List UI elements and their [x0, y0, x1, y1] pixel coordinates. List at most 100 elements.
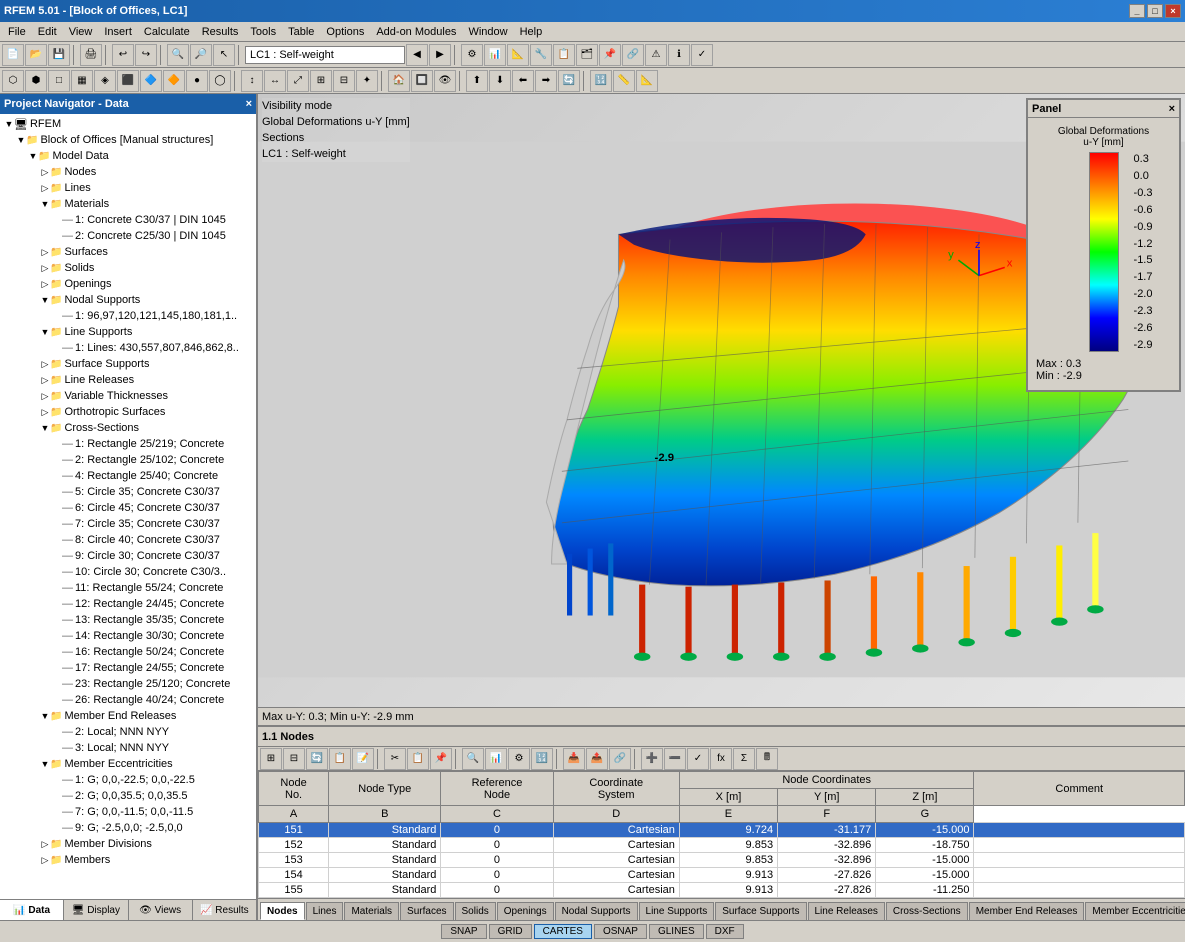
- tree-item-43[interactable]: —7: G; 0,0,-11.5; 0,0,-11.5: [0, 804, 256, 820]
- tb2-14[interactable]: ⊞: [310, 70, 332, 92]
- tree-item-44[interactable]: —9: G; -2.5,0,0; -2.5,0,0: [0, 820, 256, 836]
- tt-btn13[interactable]: 📥: [563, 748, 585, 770]
- tt-btn18[interactable]: ✓: [687, 748, 709, 770]
- tb-btn-6[interactable]: 🗂: [576, 44, 598, 66]
- panel-close-button[interactable]: ×: [1169, 103, 1175, 115]
- tb2-4[interactable]: ▦: [71, 70, 93, 92]
- bottom-tab-surface-supports[interactable]: Surface Supports: [715, 902, 806, 920]
- save-button[interactable]: 💾: [48, 44, 70, 66]
- tree-item-37[interactable]: ▼📁Member End Releases: [0, 708, 256, 724]
- tree-item-15[interactable]: ▷📁Surface Supports: [0, 356, 256, 372]
- tt-btn3[interactable]: 🔄: [306, 748, 328, 770]
- tt-btn2[interactable]: ⊟: [283, 748, 305, 770]
- tree-item-17[interactable]: ▷📁Variable Thicknesses: [0, 388, 256, 404]
- tb-btn-2[interactable]: 📊: [484, 44, 506, 66]
- status-pill-snap[interactable]: SNAP: [441, 924, 486, 939]
- tree-item-26[interactable]: —8: Circle 40; Concrete C30/37: [0, 532, 256, 548]
- tb2-8[interactable]: 🔶: [163, 70, 185, 92]
- tb-btn-4[interactable]: 🔧: [530, 44, 552, 66]
- tree-item-11[interactable]: ▼📁Nodal Supports: [0, 292, 256, 308]
- status-pill-grid[interactable]: GRID: [489, 924, 532, 939]
- tree-item-45[interactable]: ▷📁Member Divisions: [0, 836, 256, 852]
- tt-btn1[interactable]: ⊞: [260, 748, 282, 770]
- tree-item-40[interactable]: ▼📁Member Eccentricities: [0, 756, 256, 772]
- zoom-button[interactable]: 🔎: [190, 44, 212, 66]
- tree-item-9[interactable]: ▷📁Solids: [0, 260, 256, 276]
- tree-item-34[interactable]: —17: Rectangle 24/55; Concrete: [0, 660, 256, 676]
- close-button[interactable]: ×: [1165, 4, 1181, 18]
- tree-item-18[interactable]: ▷📁Orthotropic Surfaces: [0, 404, 256, 420]
- menu-calculate[interactable]: Calculate: [138, 24, 196, 40]
- menu-options[interactable]: Options: [320, 24, 370, 40]
- tb2-1[interactable]: ⬡: [2, 70, 24, 92]
- tree-item-32[interactable]: —14: Rectangle 30/30; Concrete: [0, 628, 256, 644]
- tb2-18[interactable]: 🔲: [411, 70, 433, 92]
- lc-dropdown[interactable]: LC1 : Self-weight: [245, 46, 405, 64]
- nav-tab-views[interactable]: 👁 Views: [129, 900, 193, 920]
- tb2-7[interactable]: 🔷: [140, 70, 162, 92]
- tb-btn-3[interactable]: 📐: [507, 44, 529, 66]
- tree-item-7[interactable]: —2: Concrete C25/30 | DIN 1045: [0, 228, 256, 244]
- lc-prev[interactable]: ◀: [406, 44, 428, 66]
- tb-btn-10[interactable]: ℹ: [668, 44, 690, 66]
- tree-item-3[interactable]: ▷📁Nodes: [0, 164, 256, 180]
- bottom-tab-lines[interactable]: Lines: [306, 902, 344, 920]
- bottom-tab-materials[interactable]: Materials: [344, 902, 399, 920]
- tt-btn16[interactable]: ➕: [641, 748, 663, 770]
- tb2-20[interactable]: ⬆: [466, 70, 488, 92]
- new-button[interactable]: 📄: [2, 44, 24, 66]
- tb2-6[interactable]: ⬛: [117, 70, 139, 92]
- nav-close-button[interactable]: ×: [246, 98, 252, 110]
- tree-item-25[interactable]: —7: Circle 35; Concrete C30/37: [0, 516, 256, 532]
- tt-btn7[interactable]: 📋: [407, 748, 429, 770]
- tt-btn20[interactable]: Σ: [733, 748, 755, 770]
- status-pill-cartes[interactable]: CARTES: [534, 924, 592, 939]
- tb2-24[interactable]: 🔄: [558, 70, 580, 92]
- tb2-5[interactable]: ◈: [94, 70, 116, 92]
- tree-item-23[interactable]: —5: Circle 35; Concrete C30/37: [0, 484, 256, 500]
- bottom-tab-nodal-supports[interactable]: Nodal Supports: [555, 902, 638, 920]
- bottom-tab-nodes[interactable]: Nodes: [260, 902, 305, 920]
- bottom-tab-member-end-releases[interactable]: Member End Releases: [969, 902, 1085, 920]
- tree-item-4[interactable]: ▷📁Lines: [0, 180, 256, 196]
- tt-btn14[interactable]: 📤: [586, 748, 608, 770]
- tb-btn-9[interactable]: ⚠: [645, 44, 667, 66]
- tree-item-31[interactable]: —13: Rectangle 35/35; Concrete: [0, 612, 256, 628]
- tb2-27[interactable]: 📐: [636, 70, 658, 92]
- table-row[interactable]: 153 Standard 0 Cartesian 9.853 -32.896 -…: [259, 853, 1185, 868]
- menu-insert[interactable]: Insert: [98, 24, 138, 40]
- tree-item-29[interactable]: —11: Rectangle 55/24; Concrete: [0, 580, 256, 596]
- tt-btn17[interactable]: ➖: [664, 748, 686, 770]
- tb-btn-8[interactable]: 🔗: [622, 44, 644, 66]
- minimize-button[interactable]: _: [1129, 4, 1145, 18]
- tt-btn15[interactable]: 🔗: [609, 748, 631, 770]
- open-button[interactable]: 📂: [25, 44, 47, 66]
- bottom-tab-surfaces[interactable]: Surfaces: [400, 902, 453, 920]
- tb2-17[interactable]: 🏠: [388, 70, 410, 92]
- tree-item-36[interactable]: —26: Rectangle 40/24; Concrete: [0, 692, 256, 708]
- tb2-10[interactable]: ◯: [209, 70, 231, 92]
- tree-item-16[interactable]: ▷📁Line Releases: [0, 372, 256, 388]
- tb-btn-11[interactable]: ✓: [691, 44, 713, 66]
- table-container[interactable]: NodeNo. Node Type ReferenceNode Coordina…: [258, 771, 1185, 898]
- bottom-tab-openings[interactable]: Openings: [497, 902, 554, 920]
- tree-item-1[interactable]: ▼📁Block of Offices [Manual structures]: [0, 132, 256, 148]
- tt-btn4[interactable]: 📋: [329, 748, 351, 770]
- table-row[interactable]: 154 Standard 0 Cartesian 9.913 -27.826 -…: [259, 868, 1185, 883]
- tb2-25[interactable]: 🔢: [590, 70, 612, 92]
- tree-item-20[interactable]: —1: Rectangle 25/219; Concrete: [0, 436, 256, 452]
- menu-edit[interactable]: Edit: [32, 24, 63, 40]
- tt-btn5[interactable]: 📝: [352, 748, 374, 770]
- tb2-3[interactable]: □: [48, 70, 70, 92]
- tt-btn6[interactable]: ✂: [384, 748, 406, 770]
- maximize-button[interactable]: □: [1147, 4, 1163, 18]
- tree-item-28[interactable]: —10: Circle 30; Concrete C30/3..: [0, 564, 256, 580]
- tb2-12[interactable]: ↔: [264, 70, 286, 92]
- tb2-21[interactable]: ⬇: [489, 70, 511, 92]
- tt-btn19[interactable]: fx: [710, 748, 732, 770]
- tree-item-12[interactable]: —1: 96,97,120,121,145,180,181,1..: [0, 308, 256, 324]
- status-pill-dxf[interactable]: DXF: [706, 924, 744, 939]
- tt-btn12[interactable]: 🔢: [531, 748, 553, 770]
- bottom-tab-line-supports[interactable]: Line Supports: [639, 902, 715, 920]
- tree-item-42[interactable]: —2: G; 0,0,35.5; 0,0,35.5: [0, 788, 256, 804]
